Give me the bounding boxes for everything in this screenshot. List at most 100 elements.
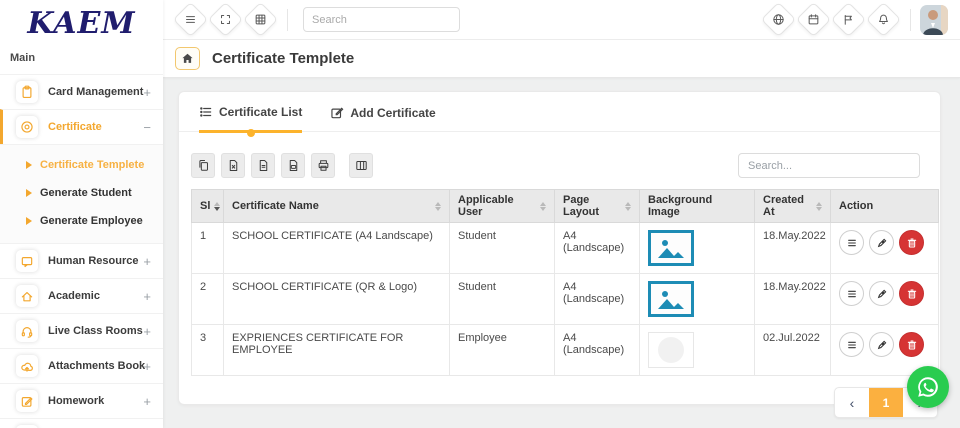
divider bbox=[287, 9, 288, 31]
table-toolbar bbox=[179, 132, 940, 186]
export-copy-button[interactable] bbox=[191, 153, 215, 178]
hamburger-icon bbox=[846, 237, 858, 249]
bell-icon bbox=[877, 13, 890, 26]
trash-icon bbox=[906, 288, 918, 300]
column-header-certificate-name[interactable]: Certificate Name bbox=[224, 190, 450, 223]
column-header-applicable-user[interactable]: Applicable User bbox=[450, 190, 555, 223]
pagination-page-1[interactable]: 1 bbox=[869, 388, 903, 417]
row-details-button[interactable] bbox=[839, 230, 864, 255]
sort-icon bbox=[625, 202, 631, 211]
calendar-button[interactable] bbox=[796, 2, 831, 37]
table-search-input[interactable] bbox=[748, 154, 910, 177]
pagination-prev-button[interactable]: ‹ bbox=[835, 388, 869, 417]
clipboard-icon bbox=[16, 81, 38, 103]
sidebar-item-attachments-book[interactable]: Attachments Book + bbox=[0, 348, 163, 383]
submenu-item-generate-student[interactable]: Generate Student bbox=[0, 179, 163, 207]
main-area: Certificate Templete Certificate List Ad… bbox=[163, 0, 960, 428]
whatsapp-button[interactable] bbox=[907, 366, 949, 408]
file-pdf-icon bbox=[287, 159, 300, 172]
sort-icon bbox=[214, 202, 220, 211]
home-icon bbox=[181, 52, 194, 65]
trash-icon bbox=[906, 339, 918, 351]
expand-plus: + bbox=[143, 324, 151, 339]
export-pdf-button[interactable] bbox=[281, 153, 305, 178]
sidebar-item-human-resource[interactable]: Human Resource + bbox=[0, 243, 163, 278]
file-csv-icon bbox=[257, 159, 270, 172]
cell-background-image bbox=[640, 325, 755, 376]
column-header-action[interactable]: Action bbox=[831, 190, 939, 223]
table-header-row: Sl Certificate Name Applicable User Page… bbox=[192, 190, 939, 223]
edit-icon bbox=[16, 390, 38, 412]
pen-icon bbox=[876, 288, 888, 300]
cell-page-layout: A4 (Landscape) bbox=[555, 325, 640, 376]
column-visibility-button[interactable] bbox=[349, 153, 373, 178]
submenu-item-certificate-templete[interactable]: Certificate Templete bbox=[0, 151, 163, 179]
table-row: 1 SCHOOL CERTIFICATE (A4 Landscape) Stud… bbox=[192, 223, 939, 274]
sidebar-item-exam-master[interactable]: Exam Master + bbox=[0, 418, 163, 428]
sidebar-item-homework[interactable]: Homework + bbox=[0, 383, 163, 418]
export-print-button[interactable] bbox=[311, 153, 335, 178]
avatar-photo bbox=[920, 5, 948, 35]
sidebar-item-card-management[interactable]: Card Management + bbox=[0, 74, 163, 109]
divider bbox=[910, 9, 911, 31]
column-header-background-image[interactable]: Background Image bbox=[640, 190, 755, 223]
cell-actions bbox=[831, 274, 939, 325]
global-search[interactable] bbox=[303, 7, 460, 32]
table-wrap: Sl Certificate Name Applicable User Page… bbox=[179, 186, 940, 418]
column-header-sl[interactable]: Sl bbox=[192, 190, 224, 223]
cell-sl: 2 bbox=[192, 274, 224, 325]
row-details-button[interactable] bbox=[839, 332, 864, 357]
submenu-item-generate-employee[interactable]: Generate Employee bbox=[0, 207, 163, 235]
certificate-card: Certificate List Add Certificate bbox=[178, 91, 941, 405]
home-breadcrumb-button[interactable] bbox=[175, 47, 200, 70]
fullscreen-button[interactable] bbox=[208, 2, 243, 37]
row-delete-button[interactable] bbox=[899, 230, 924, 255]
faint-image-thumbnail bbox=[648, 332, 694, 368]
row-details-button[interactable] bbox=[839, 281, 864, 306]
expand-plus: + bbox=[143, 289, 151, 304]
page-title: Certificate Templete bbox=[212, 50, 354, 67]
menu-toggle-button[interactable] bbox=[173, 2, 208, 37]
row-edit-button[interactable] bbox=[869, 332, 894, 357]
global-search-input[interactable] bbox=[312, 14, 454, 26]
hamburger-icon bbox=[846, 339, 858, 351]
cell-created-at: 02.Jul.2022 bbox=[755, 325, 831, 376]
row-edit-button[interactable] bbox=[869, 230, 894, 255]
cell-certificate-name: SCHOOL CERTIFICATE (A4 Landscape) bbox=[224, 223, 450, 274]
language-button[interactable] bbox=[761, 2, 796, 37]
grid-view-button[interactable] bbox=[243, 2, 278, 37]
expand-plus: + bbox=[143, 85, 151, 100]
hamburger-icon bbox=[184, 13, 197, 26]
caret-right-icon bbox=[26, 189, 32, 197]
globe-icon bbox=[772, 13, 785, 26]
column-header-page-layout[interactable]: Page Layout bbox=[555, 190, 640, 223]
cell-certificate-name: SCHOOL CERTIFICATE (QR & Logo) bbox=[224, 274, 450, 325]
expand-plus: + bbox=[143, 359, 151, 374]
sidebar-item-certificate[interactable]: Certificate − bbox=[0, 109, 163, 144]
row-delete-button[interactable] bbox=[899, 281, 924, 306]
user-avatar[interactable] bbox=[920, 5, 948, 35]
whatsapp-icon bbox=[915, 374, 941, 400]
active-tab-marker bbox=[247, 129, 255, 137]
sort-icon bbox=[435, 202, 441, 211]
notifications-button[interactable] bbox=[866, 2, 901, 37]
row-delete-button[interactable] bbox=[899, 332, 924, 357]
export-csv-button[interactable] bbox=[251, 153, 275, 178]
sidebar-item-live-class-rooms[interactable]: Live Class Rooms + bbox=[0, 313, 163, 348]
flag-icon bbox=[842, 13, 855, 26]
sidebar-item-academic[interactable]: Academic + bbox=[0, 278, 163, 313]
row-edit-button[interactable] bbox=[869, 281, 894, 306]
topbar-right bbox=[761, 5, 948, 35]
calendar-icon bbox=[807, 13, 820, 26]
app-window: KAEM Main Card Management + Certificate … bbox=[0, 0, 960, 428]
tab-add-certificate[interactable]: Add Certificate bbox=[330, 105, 435, 131]
brand-logo: KAEM bbox=[0, 0, 163, 46]
flag-button[interactable] bbox=[831, 2, 866, 37]
tab-certificate-list[interactable]: Certificate List bbox=[199, 105, 302, 133]
cell-certificate-name: EXPRIENCES CERTIFICATE FOR EMPLOYEE bbox=[224, 325, 450, 376]
columns-icon bbox=[355, 159, 368, 172]
image-placeholder-icon bbox=[648, 281, 694, 317]
export-excel-button[interactable] bbox=[221, 153, 245, 178]
column-header-created-at[interactable]: Created At bbox=[755, 190, 831, 223]
table-search[interactable] bbox=[738, 153, 920, 178]
